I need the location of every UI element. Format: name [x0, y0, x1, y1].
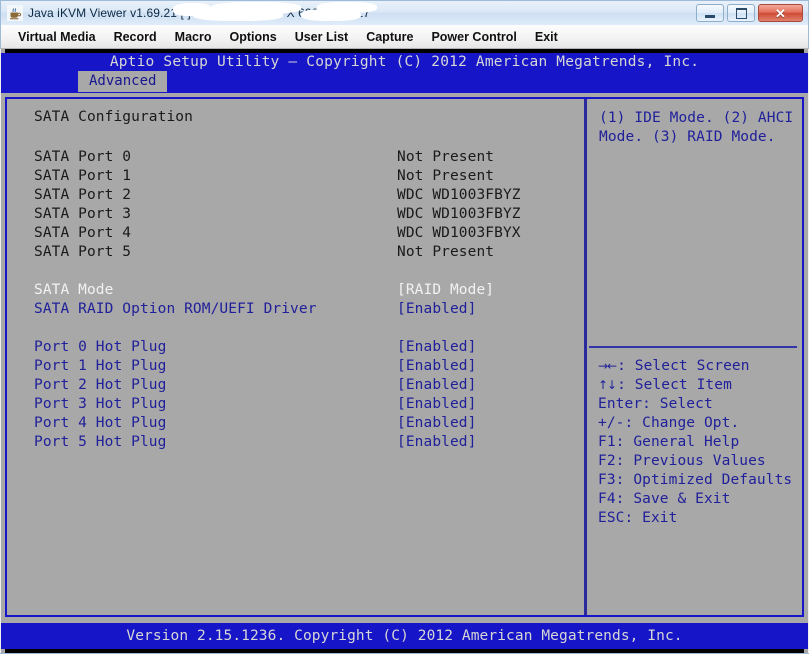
menu-item-record[interactable]: Record	[105, 28, 166, 46]
setting-value: [RAID Mode]	[397, 282, 495, 298]
setting-row-port-3-hot-plug[interactable]: Port 3 Hot Plug [Enabled]	[34, 396, 574, 415]
setting-row-sata-port-4[interactable]: SATA Port 4 WDC WD1003FBYX	[34, 225, 574, 244]
bios-footer: Version 2.15.1236. Copyright (C) 2012 Am…	[1, 623, 808, 649]
legend-select-screen: →←: Select Screen	[598, 357, 803, 376]
setting-label: Port 0 Hot Plug	[34, 339, 167, 355]
screen-edge-right	[804, 49, 808, 653]
setting-label: SATA RAID Option ROM/UEFI Driver	[34, 301, 317, 317]
setting-value: [Enabled]	[397, 339, 477, 355]
close-icon: ✕	[775, 5, 786, 21]
setting-row-sata-mode[interactable]: SATA Mode [RAID Mode]	[34, 282, 574, 301]
menu-item-virtual-media[interactable]: Virtual Media	[9, 28, 105, 46]
setting-row-sata-port-5[interactable]: SATA Port 5 Not Present	[34, 244, 574, 263]
setting-label: Port 3 Hot Plug	[34, 396, 167, 412]
legend-label: : Select Item	[617, 377, 732, 393]
settings-panel: SATA Configuration SATA Port 0 Not Prese…	[7, 99, 584, 615]
setting-label: SATA Port 0	[34, 149, 132, 165]
setting-row-sata-raid-oprom[interactable]: SATA RAID Option ROM/UEFI Driver [Enable…	[34, 301, 574, 320]
setting-value: Not Present	[397, 168, 495, 184]
redaction-mask	[317, 2, 377, 13]
legend-label: : Select Screen	[617, 358, 750, 374]
maximize-icon	[735, 7, 747, 19]
legend-change-opt: +/-: Change Opt.	[598, 415, 740, 431]
section-title: SATA Configuration	[34, 109, 193, 125]
menu-item-macro[interactable]: Macro	[166, 28, 221, 46]
kvm-remote-screen[interactable]: Aptio Setup Utility – Copyright (C) 2012…	[1, 49, 808, 653]
setting-value: WDC WD1003FBYZ	[397, 187, 521, 203]
menu-bar: Virtual Media Record Macro Options User …	[0, 25, 809, 49]
redaction-mask	[211, 2, 301, 14]
legend-save-and-exit: F4: Save & Exit	[598, 491, 731, 507]
close-button[interactable]: ✕	[758, 4, 803, 22]
bios-footer-text: Version 2.15.1236. Copyright (C) 2012 Am…	[126, 628, 683, 644]
setting-value: WDC WD1003FBYZ	[397, 206, 521, 222]
setting-row-sata-port-0[interactable]: SATA Port 0 Not Present	[34, 149, 574, 168]
setting-value: [Enabled]	[397, 377, 477, 393]
setting-row-port-0-hot-plug[interactable]: Port 0 Hot Plug [Enabled]	[34, 339, 574, 358]
setting-value: [Enabled]	[397, 415, 477, 431]
setting-label: SATA Port 4	[34, 225, 132, 241]
setting-value: [Enabled]	[397, 396, 477, 412]
setting-row-port-4-hot-plug[interactable]: Port 4 Hot Plug [Enabled]	[34, 415, 574, 434]
title-bar-left: Java iKVM Viewer v1.69.21 [ ] - Resoluti…	[1, 2, 696, 21]
help-separator	[589, 346, 797, 348]
setting-label: Port 4 Hot Plug	[34, 415, 167, 431]
kvm-viewer-window: Java iKVM Viewer v1.69.21 [ ] - Resoluti…	[0, 0, 809, 654]
bios-header-title: Aptio Setup Utility – Copyright (C) 2012…	[109, 54, 700, 70]
setting-row-sata-port-2[interactable]: SATA Port 2 WDC WD1003FBYZ	[34, 187, 574, 206]
window-controls: ✕	[696, 4, 808, 22]
left-right-arrow-icon: →←	[598, 359, 617, 373]
menu-item-power-control[interactable]: Power Control	[422, 28, 525, 46]
setting-value: [Enabled]	[397, 301, 477, 317]
setting-value: WDC WD1003FBYX	[397, 225, 521, 241]
legend-general-help: F1: General Help	[598, 434, 740, 450]
legend-enter-select: Enter: Select	[598, 396, 713, 412]
tab-advanced[interactable]: Advanced	[78, 71, 168, 92]
menu-item-capture[interactable]: Capture	[357, 28, 422, 46]
setting-row-port-2-hot-plug[interactable]: Port 2 Hot Plug [Enabled]	[34, 377, 574, 396]
setting-value: [Enabled]	[397, 434, 477, 450]
setting-row-port-5-hot-plug[interactable]: Port 5 Hot Plug [Enabled]	[34, 434, 574, 453]
legend-optimized-defaults: F3: Optimized Defaults	[598, 472, 793, 488]
setting-value: Not Present	[397, 149, 495, 165]
legend-esc-exit: ESC: Exit	[598, 510, 678, 526]
setting-row-sata-port-3[interactable]: SATA Port 3 WDC WD1003FBYZ	[34, 206, 574, 225]
setting-value: Not Present	[397, 244, 495, 260]
setting-label: SATA Port 3	[34, 206, 132, 222]
legend-select-item: ↑↓: Select Item	[598, 376, 803, 395]
java-coffee-cup-icon	[7, 5, 23, 21]
help-panel: (1) IDE Mode. (2) AHCI Mode. (3) RAID Mo…	[587, 99, 803, 615]
setting-label: SATA Port 5	[34, 244, 132, 260]
setting-label: Port 1 Hot Plug	[34, 358, 167, 374]
setting-row-sata-port-1[interactable]: SATA Port 1 Not Present	[34, 168, 574, 187]
legend-previous-values: F2: Previous Values	[598, 453, 766, 469]
key-legend-list: →←: Select Screen ↑↓: Select Item Enter:…	[598, 357, 803, 528]
menu-item-options[interactable]: Options	[220, 28, 285, 46]
minimize-icon	[705, 14, 715, 18]
setting-label: Port 2 Hot Plug	[34, 377, 167, 393]
bios-body: SATA Configuration SATA Port 0 Not Prese…	[5, 97, 804, 617]
setting-label: SATA Port 2	[34, 187, 132, 203]
up-down-arrow-icon: ↑↓	[598, 378, 617, 392]
menu-item-user-list[interactable]: User List	[286, 28, 358, 46]
minimize-button[interactable]	[696, 4, 724, 22]
setting-label: SATA Port 1	[34, 168, 132, 184]
title-bar[interactable]: Java iKVM Viewer v1.69.21 [ ] - Resoluti…	[0, 0, 809, 25]
maximize-button[interactable]	[727, 4, 755, 22]
setting-row-port-1-hot-plug[interactable]: Port 1 Hot Plug [Enabled]	[34, 358, 574, 377]
help-description: (1) IDE Mode. (2) AHCI Mode. (3) RAID Mo…	[599, 110, 794, 145]
setting-label: Port 5 Hot Plug	[34, 434, 167, 450]
setting-label: SATA Mode	[34, 282, 114, 298]
menu-item-exit[interactable]: Exit	[526, 28, 567, 46]
setting-value: [Enabled]	[397, 358, 477, 374]
